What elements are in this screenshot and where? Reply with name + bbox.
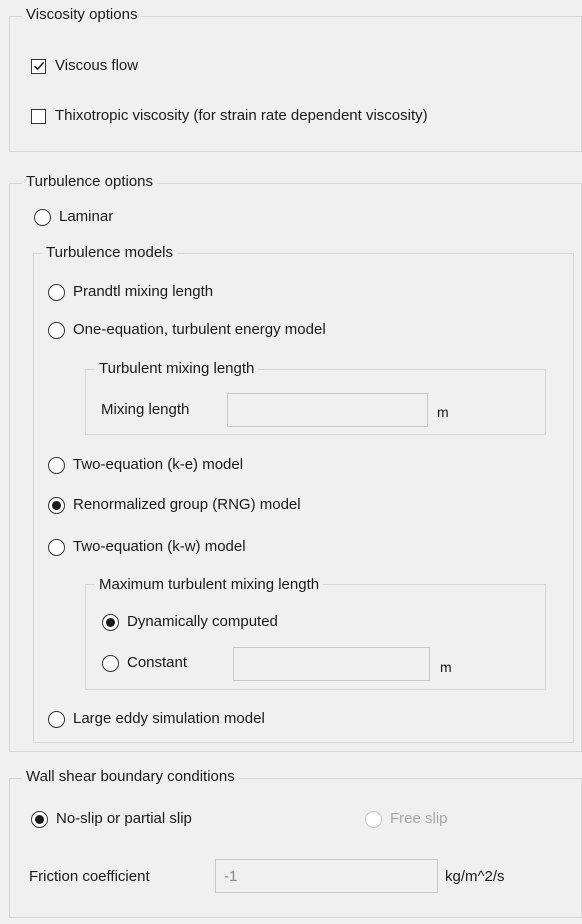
constant-input[interactable]	[233, 647, 430, 681]
thixotropic-checkbox[interactable]	[31, 108, 46, 124]
viscosity-options-legend: Viscosity options	[22, 6, 142, 24]
laminar-radio-row[interactable]: Laminar	[34, 207, 113, 227]
one-equation-label: One-equation, turbulent energy model	[73, 321, 326, 338]
no-slip-radio[interactable]	[31, 810, 48, 828]
turbulence-models-legend: Turbulence models	[42, 244, 178, 262]
free-slip-label: Free slip	[390, 810, 448, 827]
laminar-label: Laminar	[59, 208, 114, 225]
wall-shear-legend: Wall shear boundary conditions	[22, 768, 239, 786]
mixing-length-label: Mixing length	[101, 401, 190, 418]
constant-label: Constant	[127, 654, 188, 671]
prandtl-label: Prandtl mixing length	[73, 283, 214, 300]
no-slip-radio-row[interactable]: No-slip or partial slip	[31, 809, 192, 829]
viscous-flow-checkbox-row[interactable]: Viscous flow	[31, 56, 138, 76]
no-slip-label: No-slip or partial slip	[56, 810, 192, 827]
one-equation-radio[interactable]	[48, 321, 65, 339]
les-label: Large eddy simulation model	[73, 710, 265, 727]
k-e-radio[interactable]	[48, 456, 65, 474]
k-w-radio[interactable]	[48, 538, 65, 556]
turbulent-mixing-length-legend: Turbulent mixing length	[95, 360, 259, 378]
k-w-radio-row[interactable]: Two-equation (k-w) model	[48, 537, 246, 557]
wall-shear-group	[9, 778, 582, 918]
dynamically-computed-radio-row[interactable]: Dynamically computed	[102, 612, 278, 632]
friction-coefficient-unit: kg/m^2/s	[445, 868, 505, 885]
mixing-length-unit: m	[437, 404, 449, 420]
k-e-radio-row[interactable]: Two-equation (k-e) model	[48, 455, 243, 475]
constant-unit: m	[440, 659, 452, 675]
constant-radio[interactable]	[102, 654, 119, 672]
viscosity-options-group	[9, 16, 582, 152]
one-equation-radio-row[interactable]: One-equation, turbulent energy model	[48, 320, 326, 340]
rng-radio-row[interactable]: Renormalized group (RNG) model	[48, 495, 301, 515]
prandtl-radio-row[interactable]: Prandtl mixing length	[48, 282, 213, 302]
rng-label: Renormalized group (RNG) model	[73, 496, 301, 513]
dynamically-computed-label: Dynamically computed	[127, 613, 278, 630]
mixing-length-input[interactable]	[227, 393, 428, 427]
k-w-label: Two-equation (k-w) model	[73, 538, 246, 555]
thixotropic-label: Thixotropic viscosity (for strain rate d…	[55, 107, 428, 124]
friction-coefficient-input[interactable]	[215, 859, 438, 893]
les-radio-row[interactable]: Large eddy simulation model	[48, 709, 265, 729]
viscous-flow-checkbox[interactable]	[31, 58, 46, 74]
rng-radio[interactable]	[48, 496, 65, 514]
friction-coefficient-label: Friction coefficient	[29, 868, 150, 885]
dynamically-computed-radio[interactable]	[102, 613, 119, 631]
constant-radio-row[interactable]: Constant	[102, 653, 187, 673]
free-slip-radio	[365, 810, 382, 828]
checkmark-icon	[33, 61, 44, 71]
viscous-flow-label: Viscous flow	[55, 57, 139, 74]
les-radio[interactable]	[48, 710, 65, 728]
free-slip-radio-row: Free slip	[365, 809, 448, 829]
turbulence-options-legend: Turbulence options	[22, 173, 158, 191]
thixotropic-checkbox-row[interactable]: Thixotropic viscosity (for strain rate d…	[31, 106, 428, 126]
laminar-radio[interactable]	[34, 208, 51, 226]
max-mixing-length-legend: Maximum turbulent mixing length	[95, 576, 324, 594]
prandtl-radio[interactable]	[48, 283, 65, 301]
k-e-label: Two-equation (k-e) model	[73, 456, 244, 473]
